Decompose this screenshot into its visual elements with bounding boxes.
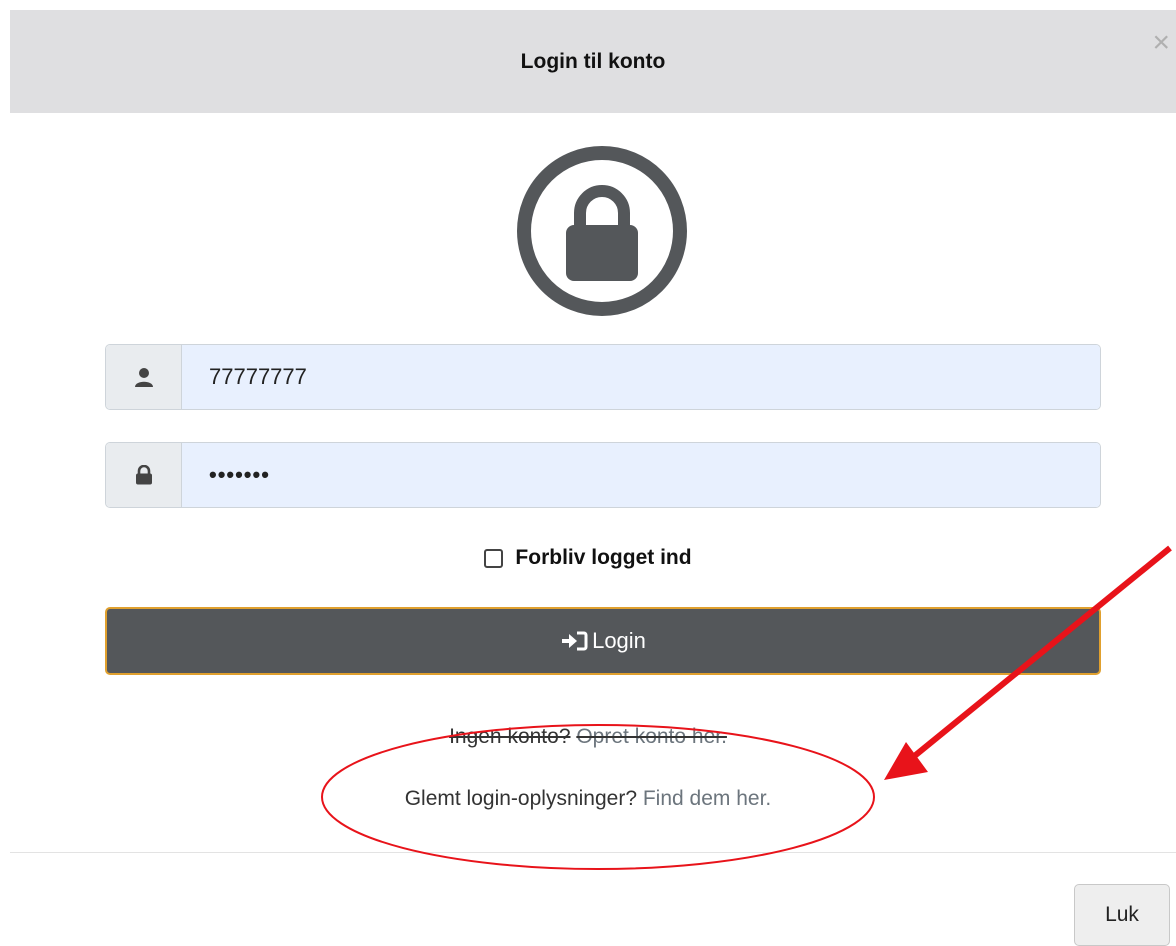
no-account-line: Ingen konto? Opret konto her. <box>0 725 1176 749</box>
find-credentials-link[interactable]: Find dem her. <box>643 787 771 810</box>
forgot-line: Glemt login-oplysninger? Find dem her. <box>0 787 1176 811</box>
close-icon[interactable]: × <box>1152 28 1170 58</box>
modal-title: Login til konto <box>520 49 666 73</box>
remember-row: Forbliv logget ind <box>0 546 1176 570</box>
footer-divider <box>10 852 1176 853</box>
remember-label[interactable]: Forbliv logget ind <box>515 546 691 570</box>
close-button-label: Luk <box>1105 903 1139 926</box>
forgot-prefix: Glemt login-oplysninger? <box>404 787 638 810</box>
login-label: Login <box>592 628 646 653</box>
password-input[interactable] <box>182 443 1100 507</box>
lock-icon <box>106 443 182 507</box>
create-account-link[interactable]: Opret konto her. <box>576 725 727 748</box>
password-group <box>105 442 1101 508</box>
no-account-prefix: Ingen konto? <box>449 725 571 748</box>
remember-checkbox[interactable] <box>484 548 504 568</box>
username-input[interactable] <box>182 345 1100 409</box>
login-button[interactable]: Login <box>105 607 1101 675</box>
lock-circle-icon <box>517 146 687 316</box>
user-icon <box>106 345 182 409</box>
close-button[interactable]: Luk <box>1074 884 1170 946</box>
sign-in-icon <box>560 630 588 652</box>
username-group <box>105 344 1101 410</box>
modal-header: Login til konto <box>10 10 1176 113</box>
